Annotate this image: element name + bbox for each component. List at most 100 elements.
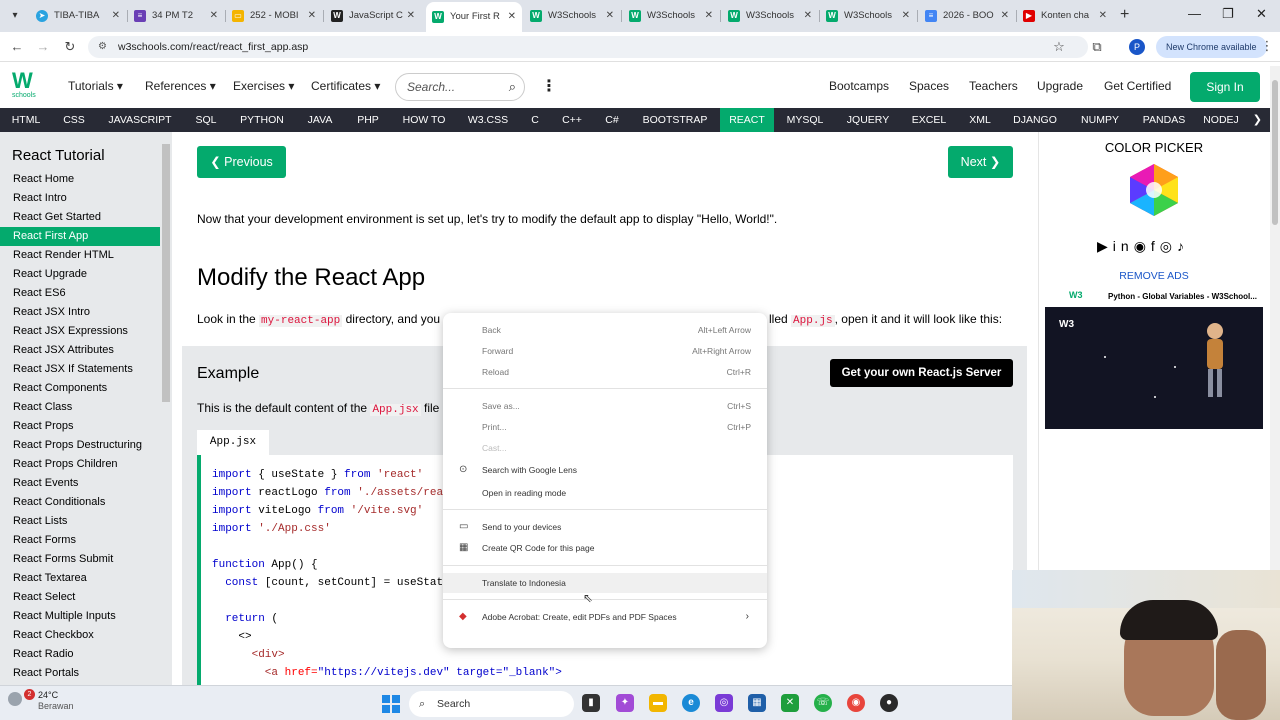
- close-icon[interactable]: ✕: [210, 4, 218, 28]
- menu-item-forward[interactable]: Forward Alt+Right Arrow: [443, 341, 767, 361]
- photos-icon[interactable]: ◎: [715, 694, 733, 712]
- sidebar-item[interactable]: React JSX Expressions: [0, 322, 160, 341]
- nav-exercises[interactable]: Exercises ▾: [233, 79, 294, 93]
- link-upgrade[interactable]: Upgrade: [1037, 79, 1083, 93]
- topic-django[interactable]: DJANGO: [1002, 108, 1068, 132]
- weather-icon[interactable]: [8, 692, 22, 706]
- ad-video-title[interactable]: Python - Global Variables - W3School...: [1108, 292, 1257, 301]
- copilot-icon[interactable]: ✦: [616, 694, 634, 712]
- topic-sql[interactable]: SQL: [184, 108, 228, 132]
- browser-tab[interactable]: ≡ 2026 - BOO ✕: [919, 4, 1015, 28]
- sidebar-item[interactable]: React Events: [0, 474, 160, 493]
- profile-avatar[interactable]: P: [1129, 39, 1145, 55]
- sidebar-item[interactable]: React Upgrade: [0, 265, 160, 284]
- xbox-icon[interactable]: ✕: [781, 694, 799, 712]
- ad-video[interactable]: W3: [1045, 307, 1263, 429]
- sidebar-item[interactable]: React JSX If Statements: [0, 360, 160, 379]
- get-server-button[interactable]: Get your own React.js Server: [830, 359, 1013, 387]
- topic-cpp[interactable]: C++: [550, 108, 594, 132]
- sidebar-item[interactable]: React Props Children: [0, 455, 160, 474]
- chrome-menu-icon[interactable]: ⋮: [1259, 38, 1275, 54]
- close-icon[interactable]: ✕: [804, 4, 812, 28]
- topic-bootstrap[interactable]: BOOTSTRAP: [630, 108, 720, 132]
- color-wheel-icon[interactable]: [1124, 162, 1184, 218]
- tiktok-icon[interactable]: ♪: [1177, 238, 1189, 254]
- new-chrome-available-button[interactable]: New Chrome available: [1156, 36, 1267, 58]
- close-icon[interactable]: ✕: [407, 4, 415, 28]
- sidebar-item-active[interactable]: React First App: [0, 227, 160, 246]
- topic-numpy[interactable]: NUMPY: [1068, 108, 1132, 132]
- nav-references[interactable]: References ▾: [145, 79, 216, 93]
- file-explorer-icon[interactable]: ▬: [649, 694, 667, 712]
- store-icon[interactable]: ▦: [748, 694, 766, 712]
- search-icon[interactable]: ⌕: [509, 74, 516, 100]
- sidebar-item[interactable]: React Home: [0, 170, 160, 189]
- topic-java[interactable]: JAVA: [296, 108, 344, 132]
- browser-tab[interactable]: ▭ 252 - MOBI ✕: [226, 4, 322, 28]
- browser-tab[interactable]: ➤ TIBA-TIBA ✕: [30, 4, 126, 28]
- topic-python[interactable]: PYTHON: [228, 108, 296, 132]
- topic-pandas[interactable]: PANDAS: [1132, 108, 1196, 132]
- menu-item-google-lens[interactable]: ⊙ Search with Google Lens: [443, 460, 767, 480]
- sidebar-item[interactable]: React Intro: [0, 189, 160, 208]
- browser-tab[interactable]: W W3Schools ✕: [524, 4, 620, 28]
- link-get-certified[interactable]: Get Certified: [1104, 79, 1171, 93]
- sidebar-item[interactable]: React Radio: [0, 645, 160, 664]
- menu-item-translate[interactable]: Translate to Indonesia: [443, 573, 767, 593]
- sidebar-item[interactable]: React Multiple Inputs: [0, 607, 160, 626]
- new-tab-button[interactable]: +: [1120, 6, 1129, 24]
- browser-tab[interactable]: ≡ 34 PM T2 ✕: [128, 4, 224, 28]
- menu-item-save-as[interactable]: Save as... Ctrl+S: [443, 396, 767, 416]
- topic-xml[interactable]: XML: [958, 108, 1002, 132]
- browser-tab[interactable]: W W3Schools ✕: [623, 4, 719, 28]
- recorder-icon[interactable]: ●: [880, 694, 898, 712]
- w3schools-logo[interactable]: W schools: [12, 70, 44, 104]
- sidebar-item[interactable]: React Portals: [0, 664, 160, 683]
- forward-icon[interactable]: →: [35, 39, 51, 54]
- link-teachers[interactable]: Teachers: [969, 79, 1018, 93]
- sidebar-scrollbar[interactable]: [162, 144, 170, 402]
- minimize-icon[interactable]: —: [1188, 6, 1201, 21]
- bookmark-star-icon[interactable]: ☆: [1051, 39, 1067, 55]
- topic-html[interactable]: HTML: [0, 108, 52, 132]
- weather-widget[interactable]: 24°C Berawan: [38, 690, 74, 712]
- chrome-icon[interactable]: ◉: [847, 694, 865, 712]
- sidebar-item[interactable]: React Lists: [0, 512, 160, 531]
- sidebar-item[interactable]: React Forms: [0, 531, 160, 550]
- close-icon[interactable]: ✕: [902, 4, 910, 28]
- back-icon[interactable]: ←: [9, 39, 25, 54]
- tab-search-icon[interactable]: ▾: [6, 7, 24, 25]
- close-icon[interactable]: ✕: [1099, 4, 1107, 28]
- discord-icon[interactable]: ◉: [1134, 238, 1151, 254]
- close-icon[interactable]: ✕: [112, 4, 120, 28]
- next-button[interactable]: Next ❯: [948, 146, 1013, 178]
- sidebar-item[interactable]: React Textarea: [0, 569, 160, 588]
- address-bar[interactable]: ⚙ w3schools.com/react/react_first_app.as…: [88, 36, 1088, 58]
- sidebar-item[interactable]: React Get Started: [0, 208, 160, 227]
- remove-ads-link[interactable]: REMOVE ADS: [1039, 270, 1269, 282]
- sidebar-item[interactable]: React ES6: [0, 284, 160, 303]
- restore-icon[interactable]: ❐: [1222, 6, 1234, 22]
- menu-item-print[interactable]: Print... Ctrl+P: [443, 417, 767, 437]
- topic-php[interactable]: PHP: [344, 108, 392, 132]
- link-bootcamps[interactable]: Bootcamps: [829, 79, 889, 93]
- menu-item-reload[interactable]: Reload Ctrl+R: [443, 362, 767, 382]
- link-spaces[interactable]: Spaces: [909, 79, 949, 93]
- sign-in-button[interactable]: Sign In: [1190, 72, 1260, 102]
- sidebar-item[interactable]: React Props Destructuring: [0, 436, 160, 455]
- sidebar-item[interactable]: React JSX Intro: [0, 303, 160, 322]
- topic-css[interactable]: CSS: [52, 108, 96, 132]
- previous-button[interactable]: ❮ Previous: [197, 146, 286, 178]
- menu-item-send-to-devices[interactable]: ▭ Send to your devices: [443, 517, 767, 537]
- topic-excel[interactable]: EXCEL: [900, 108, 958, 132]
- close-icon[interactable]: ✕: [308, 4, 316, 28]
- browser-tab[interactable]: ▶ Konten cha ✕: [1017, 4, 1113, 28]
- close-window-icon[interactable]: ✕: [1256, 6, 1267, 22]
- edge-icon[interactable]: e: [682, 694, 700, 712]
- youtube-icon[interactable]: ▶: [1097, 238, 1113, 254]
- reload-icon[interactable]: ↻: [62, 39, 78, 55]
- sidebar-item[interactable]: React Class: [0, 398, 160, 417]
- topic-mysql[interactable]: MYSQL: [774, 108, 836, 132]
- topic-howto[interactable]: HOW TO: [392, 108, 456, 132]
- close-icon[interactable]: ✕: [508, 5, 516, 29]
